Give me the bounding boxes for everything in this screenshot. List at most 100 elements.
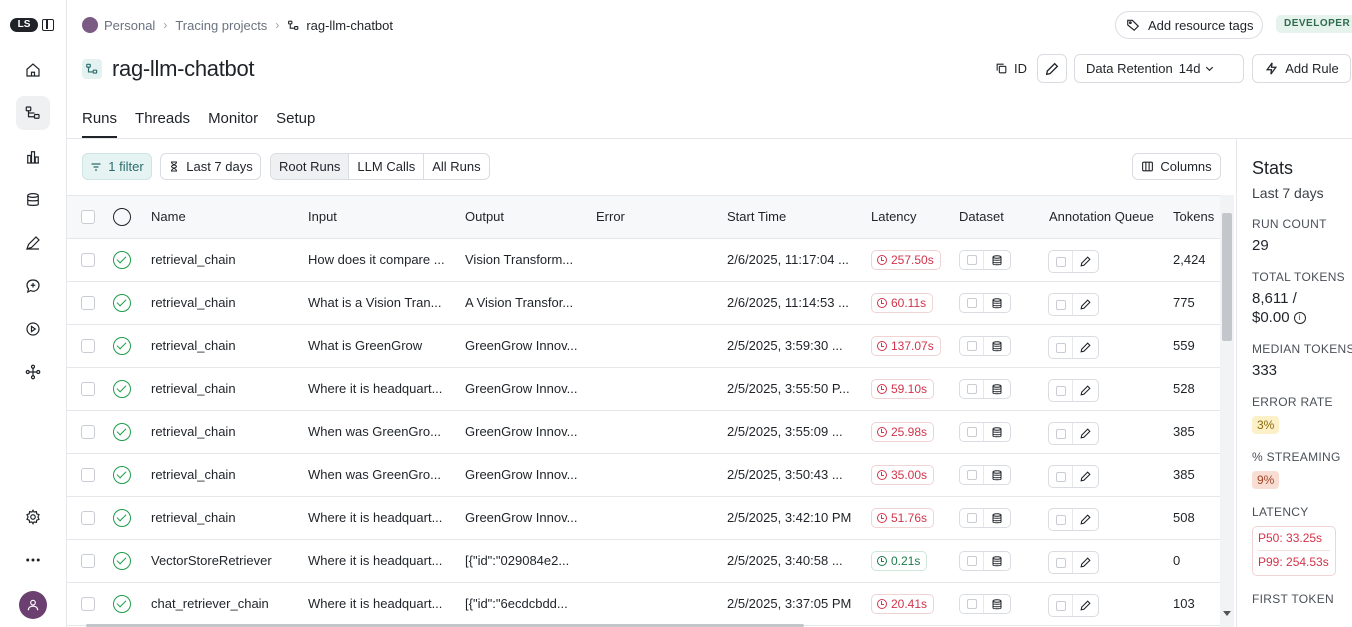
column-name[interactable]: Name xyxy=(151,209,186,224)
columns-button[interactable]: Columns xyxy=(1132,153,1221,180)
column-error[interactable]: Error xyxy=(596,209,625,224)
row-checkbox[interactable] xyxy=(81,425,95,439)
row-checkbox[interactable] xyxy=(81,468,95,482)
dataset-control[interactable] xyxy=(959,250,1011,270)
database-icon[interactable] xyxy=(991,598,1003,611)
table-row[interactable]: VectorStoreRetriever Where it is headquar… xyxy=(67,540,1220,583)
dataset-checkbox[interactable] xyxy=(966,427,977,437)
column-tokens[interactable]: Tokens xyxy=(1173,209,1214,224)
tab-runs[interactable]: Runs xyxy=(82,110,118,138)
pencil-icon[interactable] xyxy=(1079,427,1092,440)
annotation-checkbox[interactable] xyxy=(1055,471,1066,482)
database-icon[interactable] xyxy=(991,469,1003,482)
annotation-checkbox[interactable] xyxy=(1055,299,1066,310)
scroll-down-arrow-icon[interactable] xyxy=(1223,611,1231,616)
row-checkbox[interactable] xyxy=(81,253,95,267)
dataset-control[interactable] xyxy=(959,336,1011,356)
annotation-checkbox[interactable] xyxy=(1055,428,1066,439)
table-row[interactable]: retrieval_chain Where it is headquart... G… xyxy=(67,368,1220,411)
dataset-control[interactable] xyxy=(959,594,1011,614)
filter-button[interactable]: 1 filter xyxy=(82,153,152,180)
table-row[interactable]: retrieval_chain Where it is headquart... G… xyxy=(67,497,1220,540)
table-vertical-scrollbar[interactable] xyxy=(1220,195,1234,627)
table-row[interactable]: retrieval_chain How does it compare ... Vi… xyxy=(67,239,1220,282)
annotation-checkbox[interactable] xyxy=(1055,557,1066,568)
column-annotation-queue[interactable]: Annotation Queue xyxy=(1049,209,1154,224)
playground-icon[interactable] xyxy=(16,312,50,346)
table-row[interactable]: chat_retriever_chain Where it is headquar… xyxy=(67,583,1220,626)
dataset-checkbox[interactable] xyxy=(966,298,977,308)
column-start-time[interactable]: Start Time xyxy=(727,209,786,224)
database-icon[interactable] xyxy=(991,426,1003,439)
pencil-icon[interactable] xyxy=(1079,599,1092,612)
annotation-checkbox[interactable] xyxy=(1055,514,1066,525)
annotation-queue-control[interactable] xyxy=(1048,422,1099,445)
segment-all-runs[interactable]: All Runs xyxy=(424,154,488,179)
annotation-queue-control[interactable] xyxy=(1048,551,1099,574)
dataset-checkbox[interactable] xyxy=(966,255,977,265)
run-name[interactable]: retrieval_chain xyxy=(151,467,236,482)
database-icon[interactable] xyxy=(991,512,1003,525)
dataset-checkbox[interactable] xyxy=(966,599,977,609)
tab-threads[interactable]: Threads xyxy=(135,110,190,138)
dataset-checkbox[interactable] xyxy=(966,513,977,523)
annotation-checkbox[interactable] xyxy=(1055,600,1066,611)
info-icon[interactable]: i xyxy=(1293,311,1306,324)
annotation-icon[interactable] xyxy=(16,226,50,260)
table-row[interactable]: retrieval_chain When was GreenGro... Green… xyxy=(67,454,1220,497)
monitoring-icon[interactable] xyxy=(16,140,50,174)
settings-gear-icon[interactable] xyxy=(16,500,50,534)
row-checkbox[interactable] xyxy=(81,382,95,396)
row-checkbox[interactable] xyxy=(81,511,95,525)
database-icon[interactable] xyxy=(991,555,1003,568)
annotation-queue-control[interactable] xyxy=(1048,250,1099,273)
dataset-checkbox[interactable] xyxy=(966,470,977,480)
column-input[interactable]: Input xyxy=(308,209,337,224)
dataset-control[interactable] xyxy=(959,379,1011,399)
pencil-icon[interactable] xyxy=(1079,384,1092,397)
database-icon[interactable] xyxy=(991,383,1003,396)
time-range-button[interactable]: Last 7 days xyxy=(160,153,261,180)
more-options-icon[interactable] xyxy=(16,543,50,577)
home-icon[interactable] xyxy=(16,53,50,87)
pencil-icon[interactable] xyxy=(1079,341,1092,354)
breadcrumb-project[interactable]: rag-llm-chatbot xyxy=(306,18,393,33)
table-row[interactable]: retrieval_chain What is GreenGrow GreenGro… xyxy=(67,325,1220,368)
deployments-icon[interactable] xyxy=(16,355,50,389)
table-row[interactable]: retrieval_chain What is a Vision Tran... A… xyxy=(67,282,1220,325)
breadcrumb-section[interactable]: Tracing projects xyxy=(175,18,267,33)
annotation-checkbox[interactable] xyxy=(1055,385,1066,396)
add-resource-tags-button[interactable]: Add resource tags xyxy=(1115,11,1263,39)
dataset-checkbox[interactable] xyxy=(966,384,977,394)
tab-setup[interactable]: Setup xyxy=(276,110,315,138)
table-row[interactable]: retrieval_chain When was GreenGro... Green… xyxy=(67,411,1220,454)
tracing-projects-icon[interactable] xyxy=(16,96,50,130)
database-icon[interactable] xyxy=(991,340,1003,353)
edit-project-button[interactable] xyxy=(1037,54,1067,83)
add-rule-button[interactable]: Add Rule xyxy=(1252,54,1351,83)
data-retention-select[interactable]: Data Retention 14d xyxy=(1074,54,1244,83)
segment-root-runs[interactable]: Root Runs xyxy=(271,154,350,179)
run-name[interactable]: retrieval_chain xyxy=(151,252,236,267)
column-output[interactable]: Output xyxy=(465,209,504,224)
annotation-checkbox[interactable] xyxy=(1055,256,1066,267)
logo[interactable]: LS xyxy=(10,18,38,32)
dataset-control[interactable] xyxy=(959,422,1011,442)
datasets-icon[interactable] xyxy=(16,183,50,217)
database-icon[interactable] xyxy=(991,254,1003,267)
scrollbar-thumb[interactable] xyxy=(1222,213,1232,341)
dataset-control[interactable] xyxy=(959,551,1011,571)
dataset-control[interactable] xyxy=(959,465,1011,485)
annotation-queue-control[interactable] xyxy=(1048,379,1099,402)
annotation-queue-control[interactable] xyxy=(1048,465,1099,488)
run-name[interactable]: VectorStoreRetriever xyxy=(151,553,272,568)
column-dataset[interactable]: Dataset xyxy=(959,209,1004,224)
row-checkbox[interactable] xyxy=(81,339,95,353)
run-name[interactable]: retrieval_chain xyxy=(151,424,236,439)
database-icon[interactable] xyxy=(991,297,1003,310)
pencil-icon[interactable] xyxy=(1079,255,1092,268)
run-name[interactable]: retrieval_chain xyxy=(151,295,236,310)
row-checkbox[interactable] xyxy=(81,597,95,611)
row-checkbox[interactable] xyxy=(81,554,95,568)
dataset-checkbox[interactable] xyxy=(966,556,977,566)
